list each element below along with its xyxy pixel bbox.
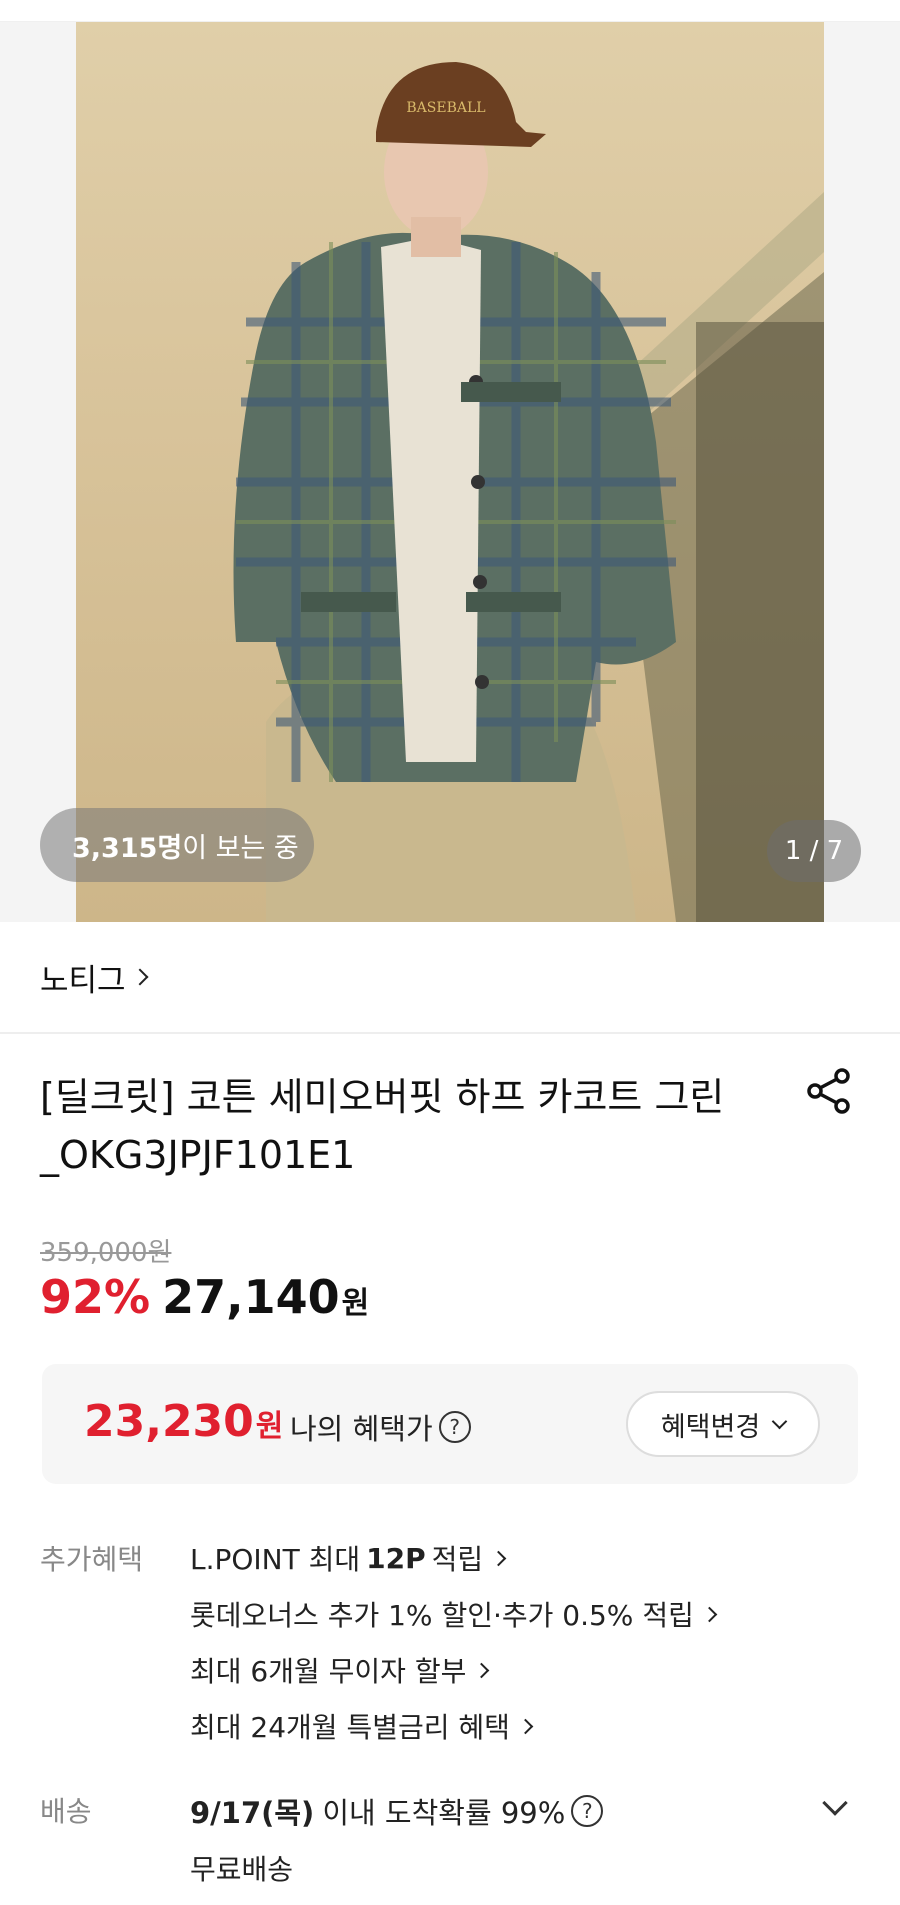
viewers-count: 3,315명 (72, 832, 183, 864)
benefit-price: 23,230 원 (84, 1396, 283, 1447)
original-price: 359,000원 (40, 1238, 172, 1268)
delivery-probability: 이내 도착확률 99% (322, 1796, 566, 1830)
help-icon[interactable]: ? (438, 1411, 471, 1443)
viewers-suffix: 이 보는 중 (182, 832, 299, 864)
chevron-right-icon (701, 1606, 718, 1622)
top-divider (0, 0, 900, 22)
help-icon[interactable]: ? (571, 1795, 604, 1827)
brand-name: 노티그 (40, 962, 126, 999)
product-image-carousel[interactable]: BASEBALL 3,315명 이 보는 중 1 / 7 (0, 0, 900, 922)
delivery-info: 9/17(목) 이내 도착확률 99% ? (190, 1790, 604, 1832)
chevron-down-icon (771, 1413, 788, 1429)
brand-row[interactable]: 노티그 (0, 922, 900, 1034)
my-benefit-box: 23,230 원 나의 혜택가 ? 혜택변경 (42, 1364, 858, 1484)
benefit-item-text: 최대 6개월 무이자 할부 (190, 1655, 467, 1688)
benefit-item-installment[interactable]: 최대 6개월 무이자 할부 (190, 1650, 490, 1690)
benefit-label-text: 나의 혜택가 (290, 1412, 433, 1446)
benefit-price-value: 23,230 (84, 1396, 254, 1447)
delivery-fee: 무료배송 (190, 1853, 294, 1886)
sale-price: 27,140 (162, 1270, 340, 1324)
extra-benefits-label: 추가혜택 (40, 1543, 144, 1576)
brand-link[interactable]: 노티그 (40, 955, 149, 1000)
lpoint-text-pre: L.POINT 최대 (190, 1543, 361, 1576)
chevron-right-icon (131, 968, 149, 986)
change-benefit-button[interactable]: 혜택변경 (626, 1391, 820, 1457)
chevron-down-icon[interactable] (822, 1790, 848, 1816)
image-counter: 1 / 7 (767, 820, 861, 882)
benefit-item-special-rate[interactable]: 최대 24개월 특별금리 혜택 (190, 1706, 534, 1746)
lpoint-points: 12P (366, 1541, 426, 1575)
chevron-right-icon (474, 1662, 490, 1678)
share-icon[interactable] (806, 1068, 852, 1114)
price-row: 92% 27,140 원 (40, 1270, 369, 1324)
benefit-item-text: 최대 24개월 특별금리 혜택 (190, 1711, 510, 1744)
benefit-item-lotte-owners[interactable]: 롯데오너스 추가 1% 할인·추가 0.5% 적립 (190, 1594, 718, 1634)
delivery-date: 9/17(목) (190, 1796, 315, 1830)
discount-rate: 92% (40, 1270, 151, 1324)
benefit-item-lpoint[interactable]: L.POINT 최대 12P 적립 (190, 1538, 507, 1578)
sale-price-currency: 원 (341, 1286, 370, 1321)
delivery-label: 배송 (40, 1795, 92, 1828)
chevron-right-icon (517, 1718, 534, 1734)
product-title: [딜크릿] 코튼 세미오버핏 하프 카코트 그린 _OKG3JPJF101E1 (40, 1075, 725, 1177)
svg-text:BASEBALL: BASEBALL (406, 100, 485, 116)
viewers-badge: 3,315명 이 보는 중 (40, 808, 314, 882)
lpoint-text-post: 적립 (431, 1543, 484, 1576)
change-benefit-label: 혜택변경 (660, 1411, 761, 1443)
benefit-item-text: 롯데오너스 추가 1% 할인·추가 0.5% 적립 (190, 1599, 694, 1632)
benefit-price-currency: 원 (255, 1409, 284, 1444)
benefit-label: 나의 혜택가 ? (290, 1406, 471, 1448)
chevron-right-icon (490, 1550, 507, 1566)
product-photo: BASEBALL (233, 62, 824, 922)
